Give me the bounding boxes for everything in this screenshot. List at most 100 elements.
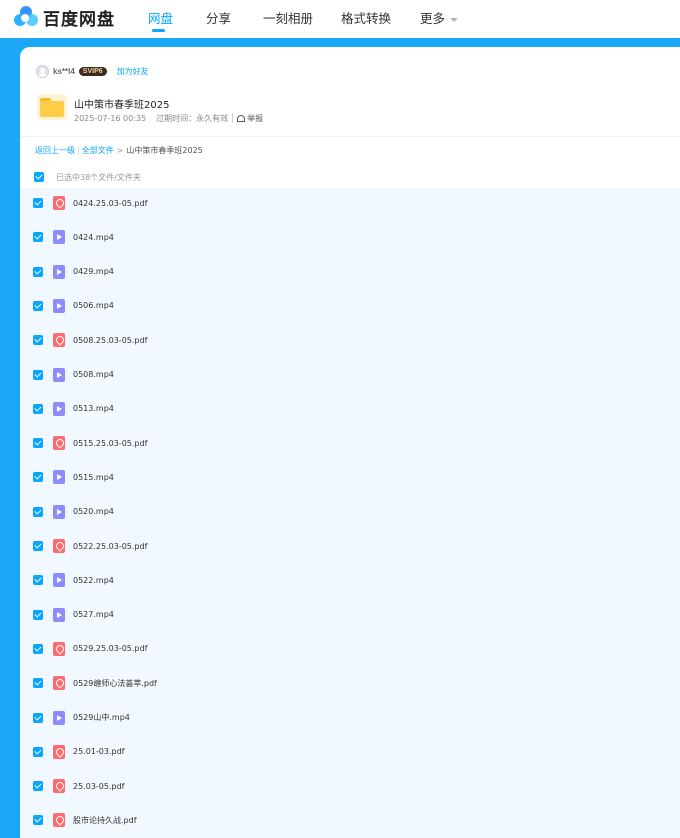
file-name[interactable]: 0429.mp4 [73,267,114,276]
nav-item-moment-album[interactable]: 一刻相册 [263,8,313,27]
file-checkbox[interactable] [33,369,43,380]
add-friend-button[interactable]: 加为好友 [117,66,149,77]
file-checkbox[interactable] [33,643,43,654]
video-icon [53,573,65,588]
video-icon [53,264,65,279]
file-checkbox[interactable] [33,815,43,826]
pdf-icon [53,436,65,451]
share-meta: 2025-07-16 00:35 过期时间：永久有效 举报 [74,113,263,124]
file-row[interactable]: 股市论持久战.pdf [20,805,680,835]
all-files-link[interactable]: 全部文件 [82,146,114,155]
file-name[interactable]: 0424.mp4 [73,233,114,242]
sharer-username: ks**l4 [53,66,75,76]
file-name[interactable]: 25.01-03.pdf [73,747,124,756]
file-row[interactable]: 0515.25.03-05.pdf [20,428,680,458]
sharer-info: ks**l4 SVIP6 加为好友 [36,64,149,78]
file-name[interactable]: 0529缠师心法荟萃.pdf [73,678,157,689]
top-navigation-bar: 百度网盘 网盘 分享 一刻相册 格式转换 更多 [0,0,680,38]
file-checkbox[interactable] [33,506,43,517]
file-name[interactable]: 0508.mp4 [73,370,114,379]
file-row[interactable]: 0522.25.03-05.pdf [20,531,680,561]
nav-item-format-convert[interactable]: 格式转换 [341,8,391,27]
video-icon [53,710,65,725]
file-name[interactable]: 0522.25.03-05.pdf [73,542,147,551]
file-name[interactable]: 25.03-05.pdf [73,782,124,791]
file-row[interactable]: 0529缠师心法荟萃.pdf [20,668,680,698]
file-checkbox[interactable] [33,541,43,551]
nav-item-netdisk[interactable]: 网盘 [148,8,173,27]
file-row[interactable]: 25.01-03.pdf [20,737,680,767]
file-checkbox[interactable] [33,438,43,449]
file-row[interactable]: 0424.25.03-05.pdf [20,188,680,218]
file-row[interactable]: 0506.mp4 [20,291,680,321]
share-title: 山中策市春季班2025 [74,100,170,111]
report-button[interactable]: 举报 [237,113,263,124]
file-checkbox[interactable] [33,678,43,689]
baidu-netdisk-logo-icon [13,5,39,29]
file-row[interactable]: 0529山中.mp4 [20,703,680,733]
report-label: 举报 [247,114,264,123]
pdf-icon [53,779,65,794]
file-row[interactable]: 0429.mp4 [20,257,680,287]
video-icon [53,367,65,382]
file-checkbox[interactable] [33,781,43,792]
brand-logo[interactable]: 百度网盘 [13,5,115,30]
file-name[interactable]: 0424.25.03-05.pdf [73,199,147,208]
back-link[interactable]: 返回上一级 [35,146,75,155]
expire-time: 过期时间：永久有效 [156,114,229,123]
file-row[interactable]: 0529.25.03-05.pdf [20,634,680,664]
file-name[interactable]: 0529.25.03-05.pdf [73,644,147,653]
file-row[interactable]: 25.03-05.pdf [20,771,680,801]
file-name[interactable]: 0508.25.03-05.pdf [73,336,147,345]
file-name[interactable]: 0513.mp4 [73,404,114,413]
file-name[interactable]: 0506.mp4 [73,301,114,310]
avatar[interactable] [36,64,49,78]
share-card: ks**l4 SVIP6 加为好友 山中策市春季班2025 2025-07-16… [20,47,680,838]
nav-more-label: 更多 [420,11,446,26]
breadcrumb-current: 山中策市春季班2025 [126,146,203,155]
select-all-row: 已选中38个文件/文件夹 [34,172,141,182]
chevron-down-icon [450,17,459,22]
nav-item-share[interactable]: 分享 [206,8,231,27]
file-row[interactable]: 0520.mp4 [20,497,680,527]
file-row[interactable]: 0527.mp4 [20,600,680,630]
video-icon [53,230,65,245]
file-checkbox[interactable] [33,335,43,346]
file-name[interactable]: 股市论持久战.pdf [73,815,137,826]
file-row[interactable]: 0513.mp4 [20,394,680,424]
file-name[interactable]: 0522.mp4 [73,576,114,585]
file-row[interactable]: 0522.mp4 [20,565,680,595]
file-name[interactable]: 0529山中.mp4 [73,712,130,723]
file-row[interactable]: 0515.mp4 [20,462,680,492]
nav-item-more[interactable]: 更多 [420,8,459,27]
file-row[interactable]: 0424.mp4 [20,222,680,252]
breadcrumb: 返回上一级 | 全部文件 > 山中策市春季班2025 [35,146,203,155]
file-name[interactable]: 0515.25.03-05.pdf [73,439,147,448]
pdf-icon [53,813,65,828]
file-checkbox[interactable] [33,232,43,243]
svip-badge: SVIP6 [78,66,107,76]
file-checkbox[interactable] [33,712,43,723]
file-row[interactable]: 0508.25.03-05.pdf [20,325,680,355]
video-icon [53,607,65,622]
pdf-icon [53,196,65,210]
file-row[interactable]: 0508.mp4 [20,360,680,390]
file-checkbox[interactable] [33,266,43,277]
file-checkbox[interactable] [33,403,43,414]
file-checkbox[interactable] [33,575,43,586]
file-name[interactable]: 0520.mp4 [73,507,114,516]
file-checkbox[interactable] [33,198,43,208]
video-icon [53,401,65,416]
video-icon [53,470,65,485]
video-icon [53,298,65,313]
file-name[interactable]: 0515.mp4 [73,473,114,482]
file-checkbox[interactable] [33,746,43,757]
file-list: 0424.25.03-05.pdf 0424.mp4 0429.mp4 0506.mp… [20,188,680,838]
file-name[interactable]: 0527.mp4 [73,610,114,619]
folder-icon [37,94,67,120]
select-all-checkbox[interactable] [34,172,44,182]
brand-name: 百度网盘 [43,9,115,30]
file-checkbox[interactable] [33,300,43,311]
file-checkbox[interactable] [33,472,43,483]
file-checkbox[interactable] [33,609,43,620]
